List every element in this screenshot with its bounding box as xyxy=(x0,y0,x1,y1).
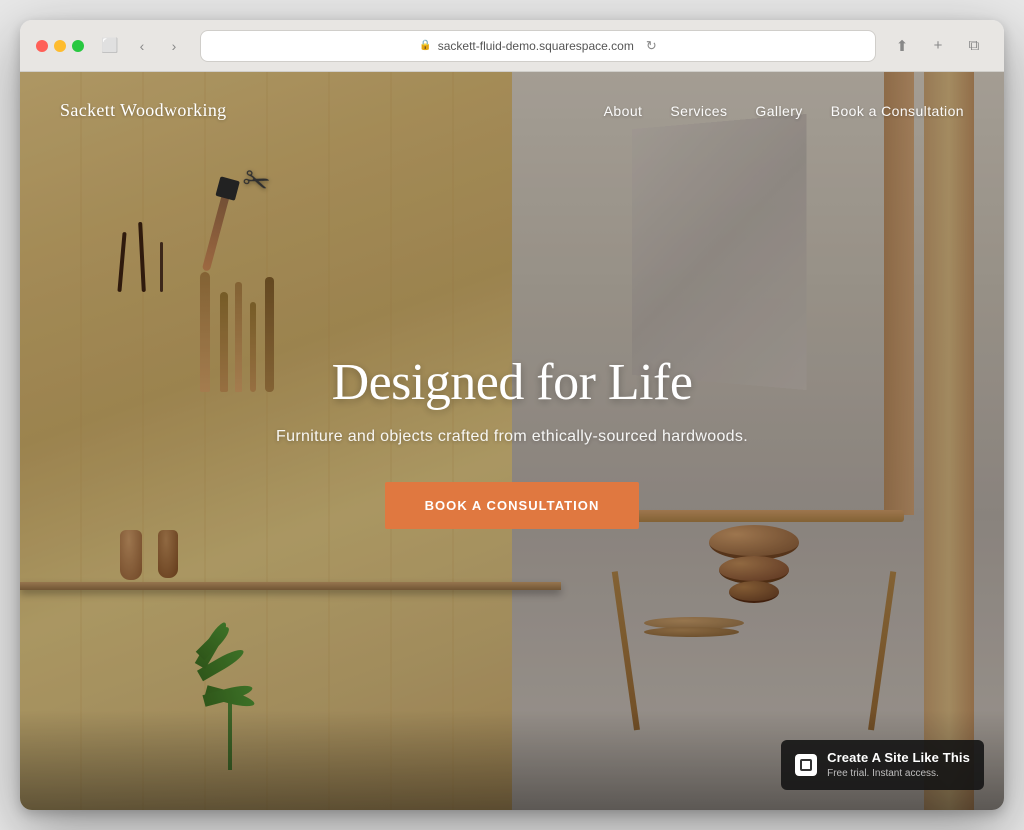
website-content: ✂ xyxy=(20,72,1004,810)
nav-book-consultation[interactable]: Book a Consultation xyxy=(831,103,964,119)
tabs-button[interactable]: ⧉ xyxy=(960,32,988,60)
address-bar[interactable]: 🔒 sackett-fluid-demo.squarespace.com ↻ xyxy=(200,30,876,62)
browser-window: ⬜ ‹ › 🔒 sackett-fluid-demo.squarespace.c… xyxy=(20,20,1004,810)
new-tab-button[interactable]: + xyxy=(924,32,952,60)
nav-gallery[interactable]: Gallery xyxy=(755,103,802,119)
traffic-lights xyxy=(36,40,84,52)
squarespace-logo-icon xyxy=(795,754,817,776)
squarespace-badge[interactable]: Create A Site Like This Free trial. Inst… xyxy=(781,740,984,790)
nav-buttons: ⬜ ‹ › xyxy=(96,32,188,60)
sidebar-toggle-button[interactable]: ⬜ xyxy=(96,32,124,60)
lock-icon: 🔒 xyxy=(419,40,431,51)
back-button[interactable]: ‹ xyxy=(128,32,156,60)
hero-content: Designed for Life Furniture and objects … xyxy=(232,353,792,529)
toolbar-right: ⬆ + ⧉ xyxy=(888,32,988,60)
hero-subtitle: Furniture and objects crafted from ethic… xyxy=(232,428,792,446)
url-text: sackett-fluid-demo.squarespace.com xyxy=(438,39,634,53)
hero-title: Designed for Life xyxy=(232,353,792,412)
badge-text-block: Create A Site Like This Free trial. Inst… xyxy=(827,750,970,780)
minimize-button[interactable] xyxy=(54,40,66,52)
share-button[interactable]: ⬆ xyxy=(888,32,916,60)
cta-book-consultation-button[interactable]: Book a Consultation xyxy=(385,482,640,529)
nav-about[interactable]: About xyxy=(604,103,643,119)
reload-button[interactable]: ↻ xyxy=(646,38,657,54)
browser-chrome: ⬜ ‹ › 🔒 sackett-fluid-demo.squarespace.c… xyxy=(20,20,1004,72)
maximize-button[interactable] xyxy=(72,40,84,52)
site-nav: Sackett Woodworking About Services Galle… xyxy=(20,72,1004,149)
badge-title: Create A Site Like This xyxy=(827,750,970,767)
site-logo: Sackett Woodworking xyxy=(60,100,227,121)
squarespace-logo-mark xyxy=(800,759,812,771)
site-menu: About Services Gallery Book a Consultati… xyxy=(604,103,964,119)
forward-button[interactable]: › xyxy=(160,32,188,60)
nav-services[interactable]: Services xyxy=(670,103,727,119)
close-button[interactable] xyxy=(36,40,48,52)
badge-subtitle: Free trial. Instant access. xyxy=(827,767,970,780)
